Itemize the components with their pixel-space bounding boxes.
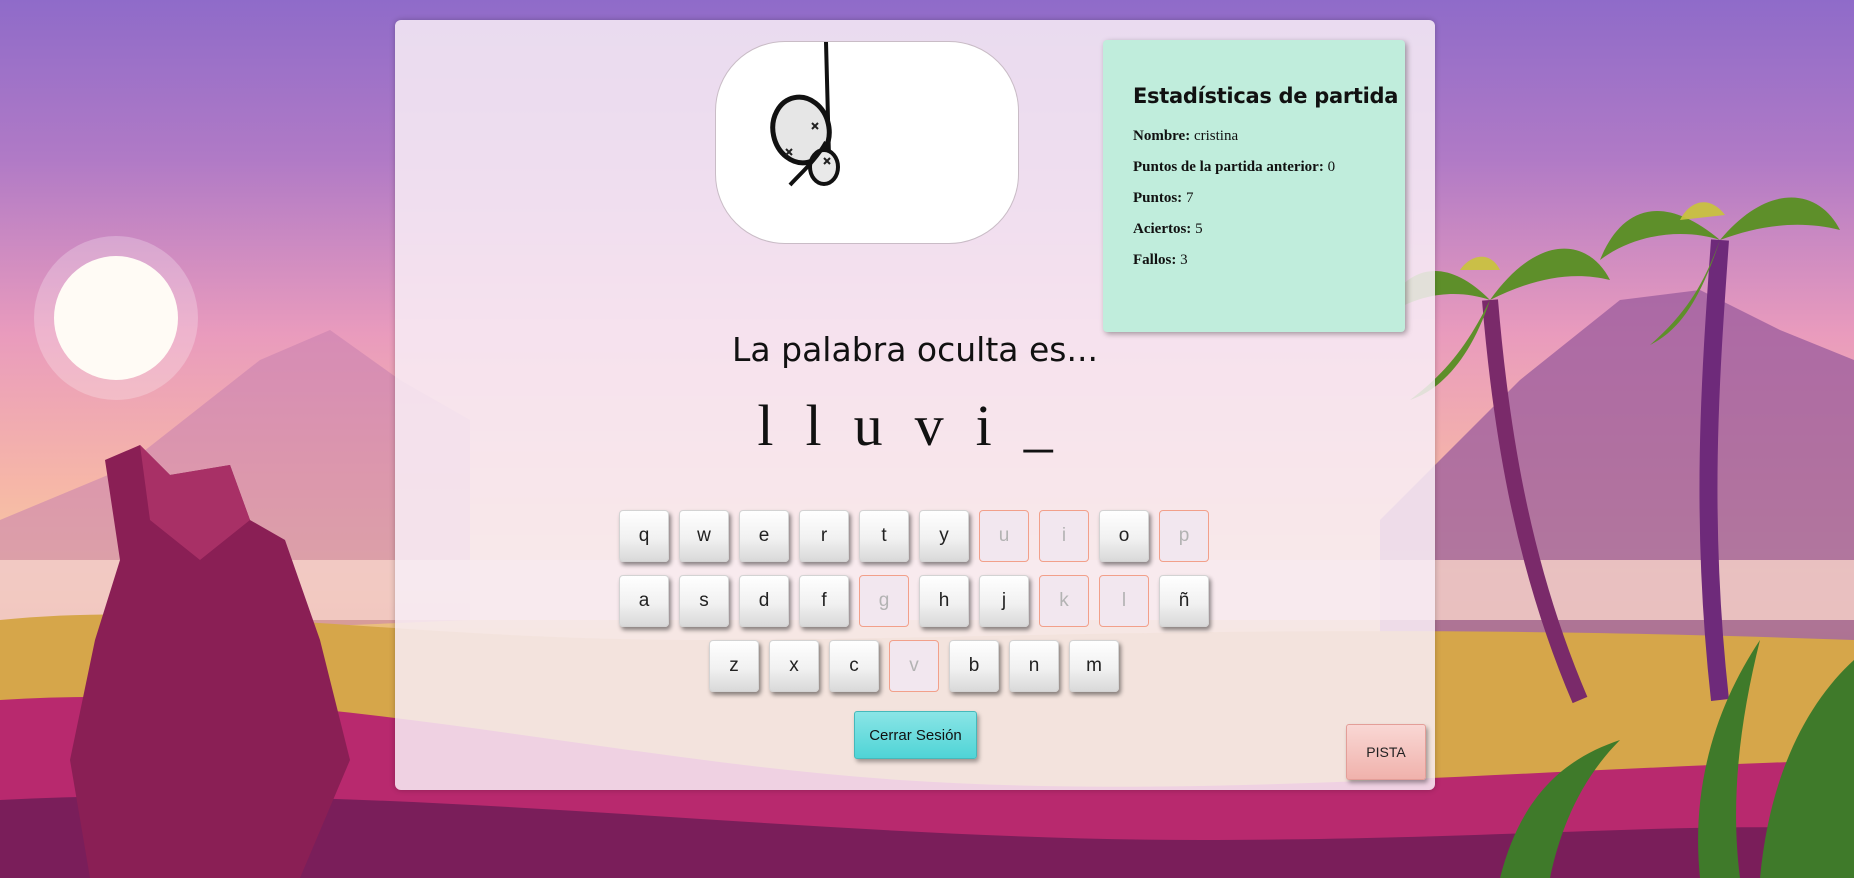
word-slot: l (805, 393, 842, 458)
word-slot: _ (1023, 393, 1073, 458)
key-e[interactable]: e (739, 510, 789, 562)
key-b[interactable]: b (949, 640, 999, 692)
key-l: l (1099, 575, 1149, 627)
hint-button[interactable]: PISTA (1346, 724, 1426, 780)
key-j[interactable]: j (979, 575, 1029, 627)
key-w[interactable]: w (679, 510, 729, 562)
key-f[interactable]: f (799, 575, 849, 627)
stat-misses: Fallos: 3 (1133, 252, 1405, 269)
key-u: u (979, 510, 1029, 562)
key-n[interactable]: n (1009, 640, 1059, 692)
key-ñ[interactable]: ñ (1159, 575, 1209, 627)
stat-prev-points: Puntos de la partida anterior: 0 (1133, 159, 1405, 176)
stats-title: Estadísticas de partida (1133, 84, 1399, 108)
stat-hits-value: 5 (1195, 221, 1203, 237)
stat-prev-points-value: 0 (1327, 159, 1336, 175)
stat-points-value: 7 (1185, 190, 1194, 206)
key-x[interactable]: x (769, 640, 819, 692)
stat-points-label: Puntos: (1133, 190, 1183, 206)
stat-hits-label: Aciertos: (1133, 221, 1192, 237)
hangman-drawing (715, 41, 1019, 244)
stat-name: Nombre: cristina (1133, 128, 1405, 145)
hidden-word: l l u v i _ (395, 392, 1435, 459)
word-slot: v (914, 393, 964, 458)
logout-button[interactable]: Cerrar Sesión (854, 711, 977, 759)
key-k: k (1039, 575, 1089, 627)
key-y[interactable]: y (919, 510, 969, 562)
key-r[interactable]: r (799, 510, 849, 562)
stats-card: Estadísticas de partida Nombre: cristina… (1103, 40, 1405, 332)
word-slot: l (757, 393, 794, 458)
word-slot: i (975, 393, 1012, 458)
word-slot: u (853, 393, 903, 458)
key-o[interactable]: o (1099, 510, 1149, 562)
hidden-word-prompt: La palabra oculta es... (732, 330, 1098, 369)
key-v: v (889, 640, 939, 692)
key-m[interactable]: m (1069, 640, 1119, 692)
stat-name-label: Nombre: (1133, 128, 1191, 144)
key-i: i (1039, 510, 1089, 562)
key-d[interactable]: d (739, 575, 789, 627)
key-c[interactable]: c (829, 640, 879, 692)
stat-name-value: cristina (1193, 128, 1239, 144)
game-panel: Estadísticas de partida Nombre: cristina… (395, 20, 1435, 790)
key-z[interactable]: z (709, 640, 759, 692)
stat-points: Puntos: 7 (1133, 190, 1405, 207)
key-q[interactable]: q (619, 510, 669, 562)
key-g: g (859, 575, 909, 627)
key-p: p (1159, 510, 1209, 562)
stat-misses-value: 3 (1180, 252, 1188, 268)
stat-prev-points-label: Puntos de la partida anterior: (1133, 159, 1324, 175)
key-s[interactable]: s (679, 575, 729, 627)
key-a[interactable]: a (619, 575, 669, 627)
hangman-head-icon (770, 42, 840, 187)
key-t[interactable]: t (859, 510, 909, 562)
stat-misses-label: Fallos: (1133, 252, 1177, 268)
key-h[interactable]: h (919, 575, 969, 627)
stat-hits: Aciertos: 5 (1133, 221, 1405, 238)
